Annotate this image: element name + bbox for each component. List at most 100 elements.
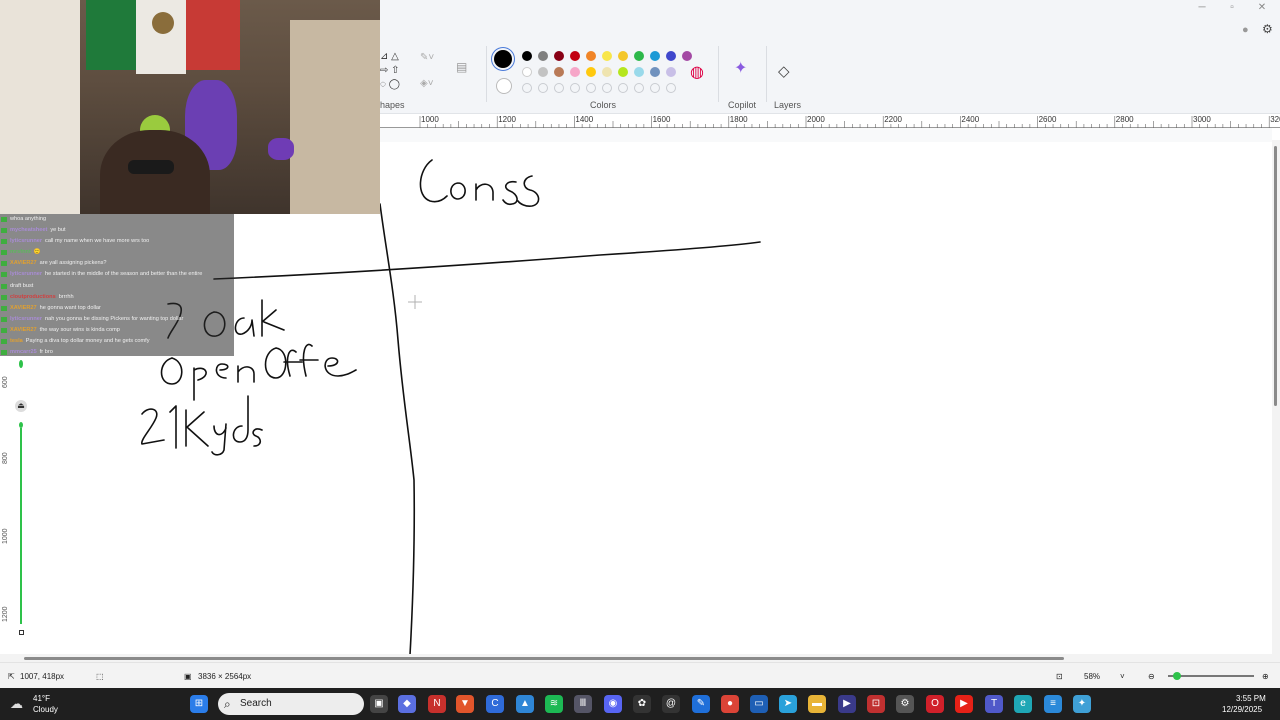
palette-color-swatch[interactable]	[650, 67, 660, 77]
palette-color-swatch[interactable]	[538, 51, 548, 61]
openai-icon[interactable]: ✿	[633, 695, 651, 713]
chat-badge-icon	[1, 294, 7, 300]
chat-username: lyticsrunner	[10, 315, 43, 322]
custom-color-slot[interactable]	[618, 83, 628, 93]
telegram-icon[interactable]: ➤	[779, 695, 797, 713]
layers-icon[interactable]: ◇	[778, 62, 790, 80]
fit-to-window-icon[interactable]: ⊡	[1056, 672, 1063, 681]
terminal-app-icon[interactable]: ▭	[750, 695, 768, 713]
resize-handle[interactable]	[19, 630, 24, 635]
palette-color-swatch[interactable]	[666, 67, 676, 77]
file-explorer-taskview-icon[interactable]: ▣	[370, 695, 388, 713]
horizontal-scrollbar[interactable]	[0, 654, 1280, 662]
lock-icon[interactable]: ⏏	[15, 400, 27, 412]
youtube-icon[interactable]: ▶	[955, 695, 973, 713]
copilot-icon[interactable]: ✦	[734, 58, 747, 78]
cloudy-weather-icon[interactable]: ☁	[10, 696, 23, 712]
palette-color-swatch[interactable]	[634, 51, 644, 61]
custom-color-slot[interactable]	[570, 83, 580, 93]
threads-icon[interactable]: @	[662, 695, 680, 713]
custom-color-slot[interactable]	[554, 83, 564, 93]
audio-app-icon[interactable]: Ⅲ	[574, 695, 592, 713]
palette-color-swatch[interactable]	[570, 51, 580, 61]
zoom-dropdown-icon[interactable]: ˅	[1120, 672, 1125, 681]
steam-icon[interactable]: ⚙	[896, 695, 914, 713]
fill-icon[interactable]: ◈˅	[420, 78, 434, 89]
palette-color-swatch[interactable]	[522, 51, 532, 61]
palette-color-swatch[interactable]	[650, 51, 660, 61]
clock-time[interactable]: 3:55 PM	[1236, 694, 1266, 703]
custom-color-slot[interactable]	[650, 83, 660, 93]
palette-color-swatch[interactable]	[522, 67, 532, 77]
chat-badge-icon	[1, 305, 7, 311]
palette-color-swatch[interactable]	[586, 51, 596, 61]
secondary-color-swatch[interactable]	[496, 78, 512, 94]
palette-color-swatch[interactable]	[618, 67, 628, 77]
outline-icon[interactable]: ✎˅	[420, 52, 434, 63]
taskbar-search-box[interactable]: ⌕ Search	[218, 693, 364, 715]
custom-color-slot[interactable]	[634, 83, 644, 93]
flag-red-stripe	[186, 0, 240, 70]
chat-badge-icon	[1, 228, 7, 234]
weather-condition[interactable]: Cloudy	[33, 705, 58, 714]
edge-icon[interactable]: e	[1014, 695, 1032, 713]
chrome-icon[interactable]: ●	[721, 695, 739, 713]
shapes-gallery[interactable]: ⊿ △ ⇨ ⇧ ◌ ◯	[380, 50, 408, 92]
copilot-app-icon[interactable]: ◆	[398, 695, 416, 713]
custom-color-slot[interactable]	[522, 83, 532, 93]
photos-app-icon[interactable]: ▲	[516, 695, 534, 713]
zoom-level[interactable]: 58%	[1084, 672, 1100, 681]
search-placeholder: Search	[240, 698, 272, 709]
palette-color-swatch[interactable]	[538, 67, 548, 77]
maximize-button[interactable]: ▫	[1218, 2, 1246, 13]
palette-color-swatch[interactable]	[602, 51, 612, 61]
horizontal-scroll-thumb[interactable]	[24, 657, 1064, 660]
palette-color-swatch[interactable]	[618, 51, 628, 61]
palette-color-swatch[interactable]	[682, 51, 692, 61]
discord-icon[interactable]: ◉	[604, 695, 622, 713]
settings-gear-icon[interactable]: ⚙	[1262, 22, 1273, 36]
palette-color-swatch[interactable]	[666, 51, 676, 61]
palette-color-swatch[interactable]	[570, 67, 580, 77]
media-player-icon[interactable]: ▶	[838, 695, 856, 713]
notepad-icon[interactable]: ≡	[1044, 695, 1062, 713]
opera-icon[interactable]: O	[926, 695, 944, 713]
custom-color-slot[interactable]	[538, 83, 548, 93]
zoom-in-icon[interactable]: ⊕	[1262, 672, 1269, 681]
minimize-button[interactable]: ─	[1188, 2, 1216, 13]
brave-browser-icon[interactable]: ▼	[456, 695, 474, 713]
folder-icon[interactable]: ▬	[808, 695, 826, 713]
vertical-scroll-thumb[interactable]	[1274, 146, 1277, 406]
zoom-slider-thumb[interactable]	[1173, 672, 1181, 680]
spotify-icon[interactable]: ≋	[545, 695, 563, 713]
teams-icon[interactable]: T	[985, 695, 1003, 713]
zoom-out-icon[interactable]: ⊖	[1148, 672, 1155, 681]
clock-date[interactable]: 12/29/2025	[1222, 705, 1262, 714]
palette-color-swatch[interactable]	[634, 67, 644, 77]
news-app-icon[interactable]: N	[428, 695, 446, 713]
capture-app-icon[interactable]: ⊡	[867, 695, 885, 713]
ruler-label: 2800	[1115, 115, 1134, 124]
edit-colors-icon[interactable]: ◍	[690, 62, 704, 82]
refresh-app-icon[interactable]: C	[486, 695, 504, 713]
custom-color-slot[interactable]	[602, 83, 612, 93]
custom-color-slot[interactable]	[586, 83, 596, 93]
edit-app-icon[interactable]: ✎	[692, 695, 710, 713]
left-tool-strip: ⏏	[12, 360, 32, 660]
weather-temperature[interactable]: 41°F	[33, 694, 50, 703]
custom-color-slot[interactable]	[666, 83, 676, 93]
palette-color-swatch[interactable]	[586, 67, 596, 77]
palette-color-swatch[interactable]	[602, 67, 612, 77]
windows-start-icon[interactable]: ⊞	[190, 695, 208, 713]
palette-color-swatch[interactable]	[554, 67, 564, 77]
cursor-crosshair	[408, 295, 422, 309]
primary-color-swatch[interactable]	[494, 50, 512, 68]
account-icon[interactable]: ●	[1242, 24, 1249, 36]
ruler-label: 3000	[1193, 115, 1211, 124]
shape-options-icon[interactable]: ▤	[456, 60, 467, 74]
chat-message: whoa anything	[0, 214, 234, 225]
vertical-scrollbar[interactable]	[1272, 140, 1280, 658]
close-button[interactable]: ✕	[1248, 2, 1276, 13]
paint-icon[interactable]: ✦	[1073, 695, 1091, 713]
palette-color-swatch[interactable]	[554, 51, 564, 61]
